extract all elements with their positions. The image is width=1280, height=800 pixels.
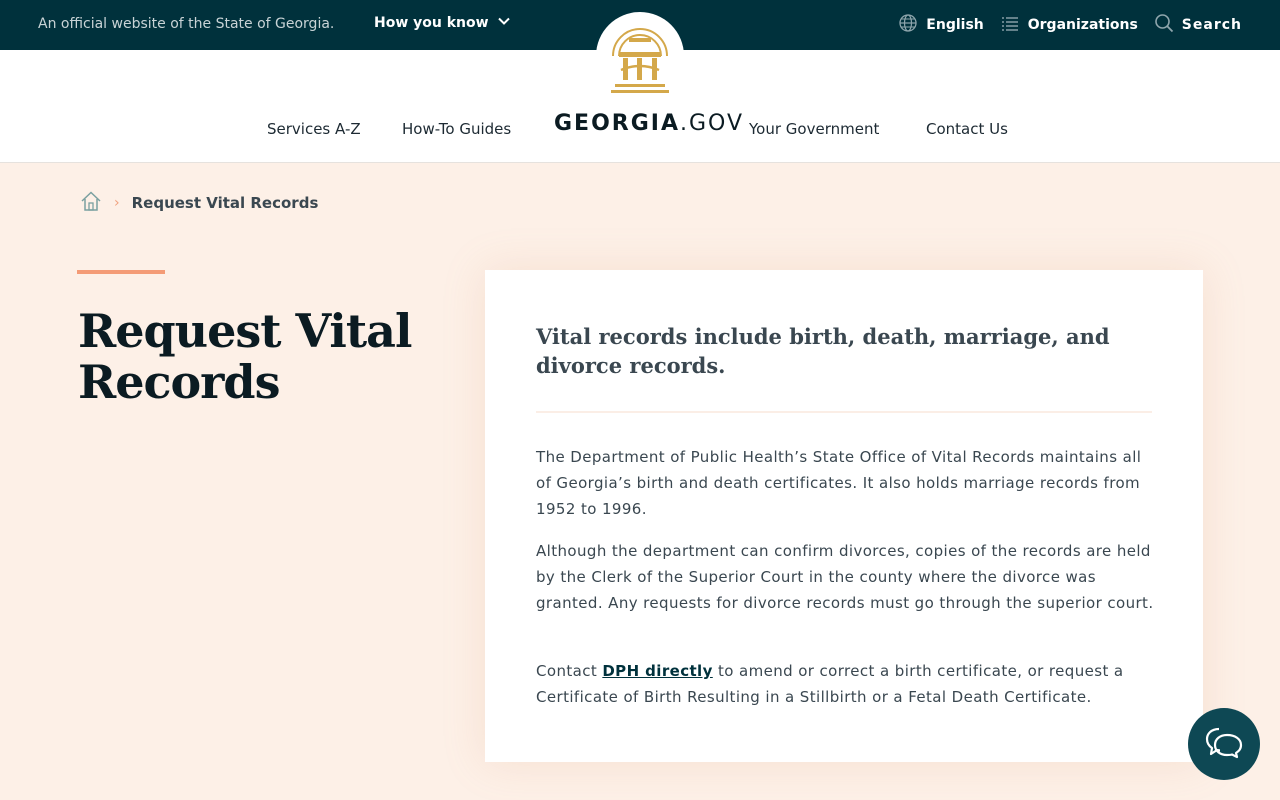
chevron-down-icon bbox=[497, 14, 511, 32]
brand-rest: .GOV bbox=[680, 111, 745, 136]
body-paragraph-2: Although the department can confirm divo… bbox=[536, 542, 1154, 612]
home-icon[interactable] bbox=[80, 190, 102, 216]
official-site-text: An official website of the State of Geor… bbox=[38, 16, 335, 32]
how-you-know-toggle[interactable]: How you know bbox=[374, 14, 511, 32]
list-icon bbox=[1000, 13, 1020, 37]
breadcrumb-current: Request Vital Records bbox=[131, 194, 319, 212]
how-you-know-label: How you know bbox=[374, 15, 489, 31]
title-accent-bar bbox=[77, 270, 165, 274]
nav-services-a-z[interactable]: Services A-Z bbox=[267, 120, 361, 138]
organizations-label: Organizations bbox=[1027, 17, 1138, 33]
body-paragraph-1: The Department of Public Health’s State … bbox=[536, 448, 1142, 518]
chat-icon bbox=[1205, 725, 1243, 763]
globe-icon bbox=[898, 13, 918, 37]
paragraph-3-intro: Contact bbox=[536, 662, 603, 680]
georgia-gov-wordmark[interactable]: GEORGIA.GOV bbox=[554, 111, 744, 136]
nav-how-to-guides[interactable]: How-To Guides bbox=[402, 120, 511, 138]
utility-nav: English Organizations Search bbox=[898, 13, 1242, 37]
lead-paragraph: Vital records include birth, death, marr… bbox=[536, 324, 1110, 378]
breadcrumb: › Request Vital Records bbox=[80, 190, 318, 216]
search-icon bbox=[1154, 13, 1174, 37]
dph-directly-link[interactable]: DPH directly bbox=[602, 662, 712, 680]
card-divider bbox=[536, 411, 1152, 413]
language-label: English bbox=[926, 17, 984, 33]
state-seal-logo[interactable] bbox=[596, 12, 684, 100]
organizations-link[interactable]: Organizations bbox=[1000, 13, 1138, 37]
chat-button[interactable] bbox=[1188, 708, 1260, 780]
nav-your-government[interactable]: Your Government bbox=[749, 120, 879, 138]
chevron-right-icon: › bbox=[114, 195, 120, 211]
brand-bold: GEORGIA bbox=[554, 111, 680, 136]
content-card: Vital records include birth, death, marr… bbox=[485, 270, 1203, 762]
page-title: Request Vital Records bbox=[78, 304, 412, 409]
language-selector[interactable]: English bbox=[898, 13, 984, 37]
search-label: Search bbox=[1181, 17, 1242, 33]
search-button[interactable]: Search bbox=[1154, 13, 1242, 37]
body-paragraph-3: Contact DPH directly to amend or correct… bbox=[536, 658, 1156, 710]
nav-contact-us[interactable]: Contact Us bbox=[926, 120, 1008, 138]
